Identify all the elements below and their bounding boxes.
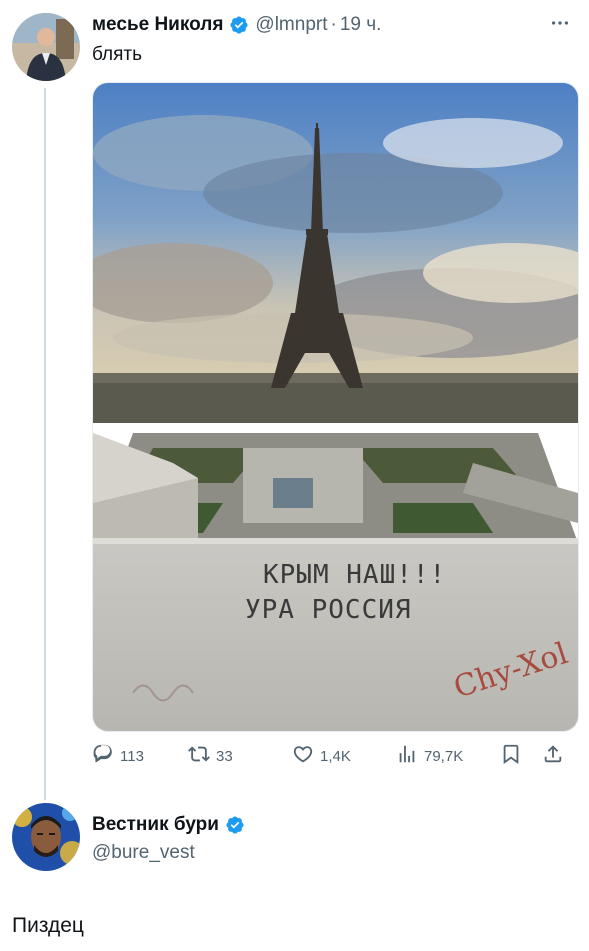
bookmark-button[interactable] xyxy=(500,743,542,769)
share-icon xyxy=(542,743,564,769)
tweet-actions: 113 33 1,4K 79,7K xyxy=(92,742,582,770)
like-button[interactable]: 1,4K xyxy=(292,743,396,769)
verified-badge-icon xyxy=(229,15,249,35)
avatar[interactable] xyxy=(12,803,80,871)
graffiti-line-2: УРА РОССИЯ xyxy=(245,595,412,625)
avatar[interactable] xyxy=(12,13,80,81)
tweet-photo[interactable]: КРЫМ НАШ!!! УРА РОССИЯ Chy-Xol xyxy=(92,82,579,732)
author-name[interactable]: Вестник бури xyxy=(92,814,219,836)
timestamp[interactable]: 19 ч. xyxy=(340,14,382,36)
graffiti-line-1: КРЫМ НАШ!!! xyxy=(263,560,446,590)
reply-button[interactable]: 113 xyxy=(92,743,188,769)
views-icon xyxy=(396,743,418,769)
views-button[interactable]: 79,7K xyxy=(396,743,500,769)
like-count: 1,4K xyxy=(320,747,351,765)
tweet-header: месье Николя @lmnprt · 19 ч. xyxy=(92,12,381,38)
author-handle[interactable]: @lmnprt xyxy=(255,14,327,36)
author-handle[interactable]: @bure_vest xyxy=(92,842,195,864)
tweet-header: Вестник бури xyxy=(92,812,245,838)
heart-icon xyxy=(292,743,314,769)
tweet-text: блять xyxy=(92,44,143,65)
repost-count: 33 xyxy=(216,747,233,765)
separator-dot: · xyxy=(330,14,337,35)
bookmark-icon xyxy=(500,743,522,769)
verified-badge-icon xyxy=(225,815,245,835)
more-icon[interactable] xyxy=(549,12,571,40)
thread-connector-line xyxy=(44,88,46,800)
reply-count: 113 xyxy=(120,747,144,765)
reply-icon xyxy=(92,743,114,769)
repost-button[interactable]: 33 xyxy=(188,743,292,769)
share-button[interactable] xyxy=(542,743,564,769)
tweet-text: Пиздец xyxy=(12,914,84,937)
repost-icon xyxy=(188,743,210,769)
views-count: 79,7K xyxy=(424,747,464,765)
author-name[interactable]: месье Николя xyxy=(92,14,223,36)
